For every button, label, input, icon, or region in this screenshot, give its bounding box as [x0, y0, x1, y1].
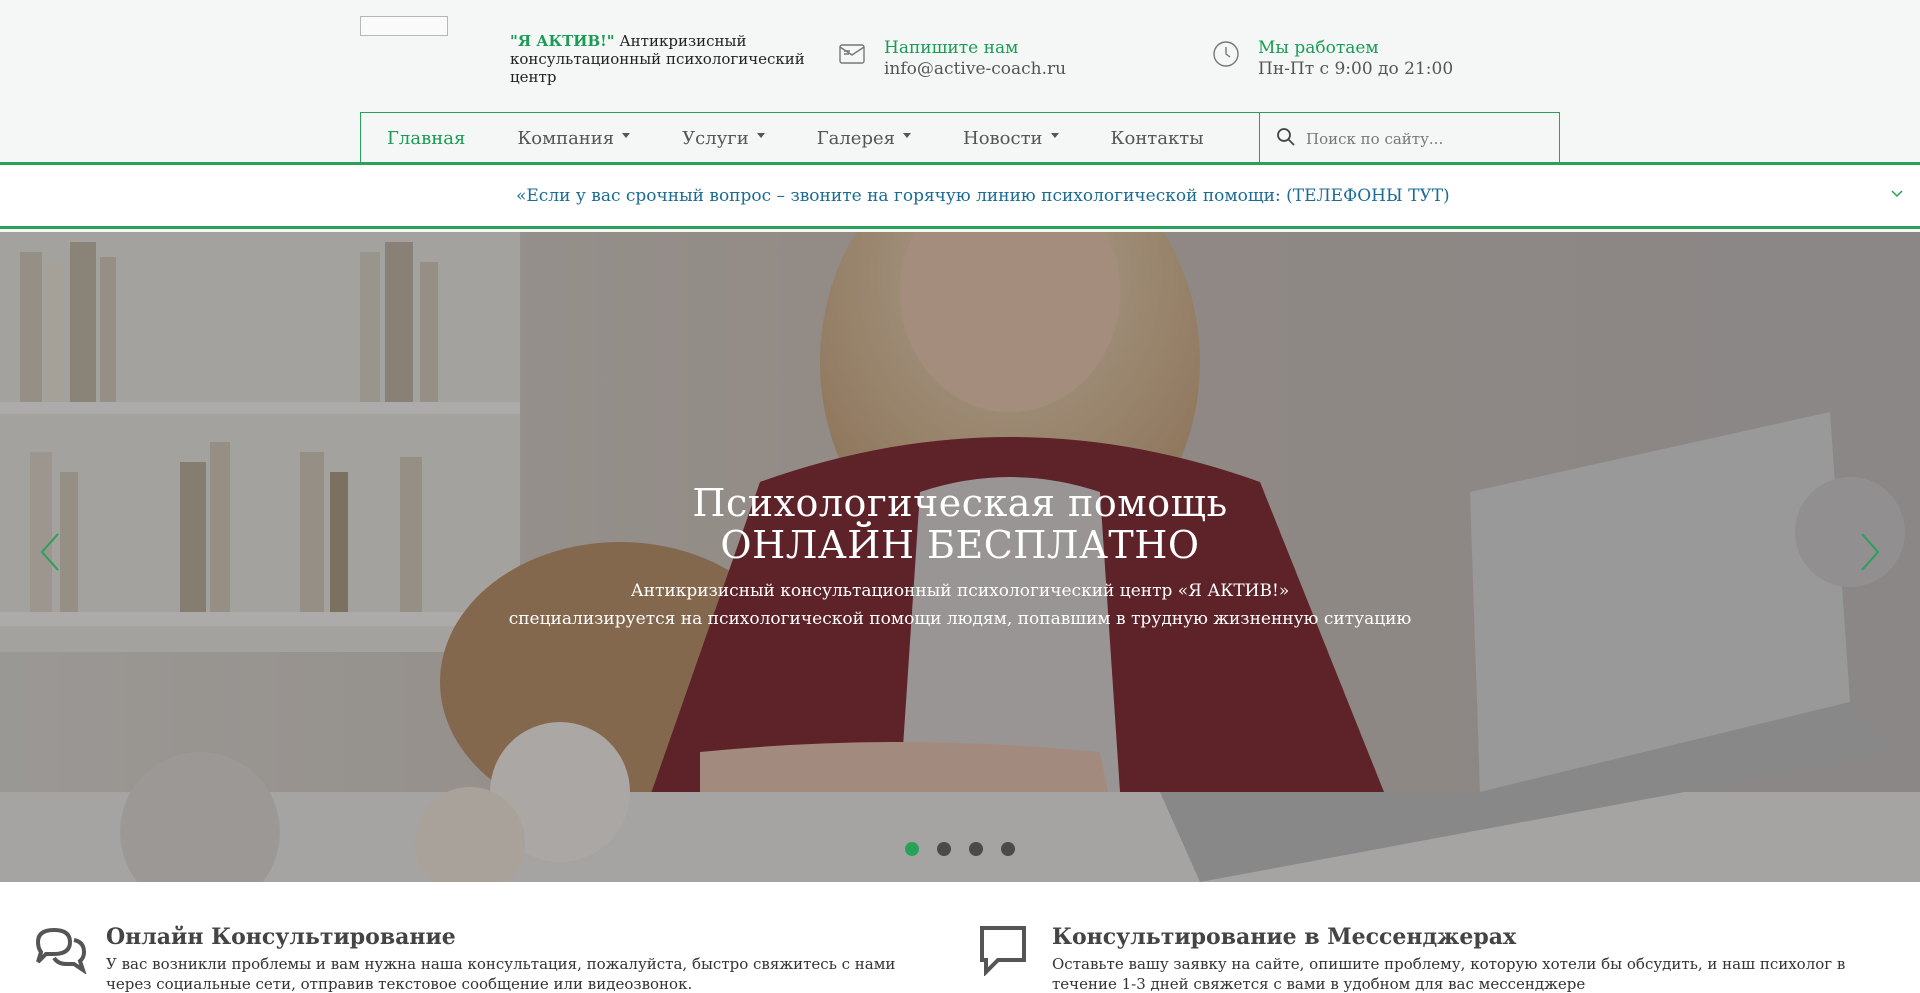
feature-title: Онлайн Консультирование [106, 924, 456, 950]
announcement-text[interactable]: «Если у вас срочный вопрос – звоните на … [516, 186, 1450, 206]
chevron-down-icon [903, 133, 911, 138]
logo-image[interactable] [360, 16, 448, 36]
slider-dot[interactable] [1001, 842, 1015, 856]
hours-value: Пн-Пт с 9:00 до 21:00 [1258, 59, 1454, 79]
slider-dot[interactable] [905, 842, 919, 856]
feature-online-consulting: Онлайн Консультирование У вас возникли п… [32, 924, 936, 993]
nav-item-contacts[interactable]: Контакты [1085, 113, 1230, 165]
search-input[interactable] [1306, 129, 1546, 148]
search-icon[interactable] [1276, 127, 1296, 151]
feature-text: Оставьте вашу заявку на сайте, опишите п… [1052, 955, 1846, 993]
email-contact: Напишите нам info@active-coach.ru [836, 38, 1066, 80]
brand-name: "Я АКТИВ!" [510, 32, 615, 50]
brand-tagline: "Я АКТИВ!" Антикризисный консультационны… [510, 32, 810, 86]
slider-dots [0, 842, 1920, 856]
hero-subtitle: Антикризисный консультационный психологи… [0, 577, 1920, 633]
email-value[interactable]: info@active-coach.ru [884, 58, 1066, 80]
chat-bubbles-icon [32, 924, 88, 976]
announcement-bar: «Если у вас срочный вопрос – звоните на … [0, 165, 1920, 229]
chevron-down-icon [756, 133, 765, 138]
nav-item-gallery[interactable]: Галерея [791, 113, 937, 165]
message-bubble-icon [978, 924, 1034, 977]
chevron-down-icon [1050, 133, 1059, 138]
feature-messenger-consulting: Консультирование в Мессенджерах Оставьте… [978, 924, 1882, 993]
hero-title-line1: Психологическая помощь [692, 481, 1228, 525]
site-header: "Я АКТИВ!" Антикризисный консультационны… [0, 0, 1920, 112]
slider-prev-arrow[interactable] [36, 532, 66, 572]
nav-item-home[interactable]: Главная [361, 113, 491, 165]
hero-title: Психологическая помощь ОНЛАЙН БЕСПЛАТНО [0, 482, 1920, 566]
email-label: Напишите нам [884, 38, 1019, 58]
slider-dot[interactable] [937, 842, 951, 856]
slider-next-arrow[interactable] [1854, 532, 1884, 572]
feature-text: У вас возникли проблемы и вам нужна наша… [106, 955, 896, 993]
slider-dot[interactable] [969, 842, 983, 856]
feature-title: Консультирование в Мессенджерах [1052, 924, 1517, 950]
clock-icon [1210, 38, 1242, 70]
chevron-down-icon [622, 133, 631, 138]
hours-label: Мы работаем [1258, 38, 1379, 58]
nav-item-news[interactable]: Новости [937, 113, 1085, 165]
envelope-icon [836, 38, 868, 70]
hero-title-line2: ОНЛАЙН БЕСПЛАТНО [720, 523, 1200, 567]
hours-contact: Мы работаем Пн-Пт с 9:00 до 21:00 [1210, 38, 1453, 80]
features-section: Онлайн Консультирование У вас возникли п… [0, 882, 1920, 993]
hero-slider: Психологическая помощь ОНЛАЙН БЕСПЛАТНО … [0, 232, 1920, 882]
nav-item-company[interactable]: Компания [491, 113, 656, 165]
hero-subtitle-line2: специализируется на психологической помо… [508, 609, 1412, 629]
hero-subtitle-line1: Антикризисный консультационный психологи… [630, 581, 1290, 601]
nav-item-services[interactable]: Услуги [656, 113, 791, 165]
chevron-down-icon[interactable] [1890, 187, 1904, 203]
search-box [1259, 112, 1559, 165]
main-nav: Главная Компания Услуги Галерея Новости … [360, 112, 1560, 165]
